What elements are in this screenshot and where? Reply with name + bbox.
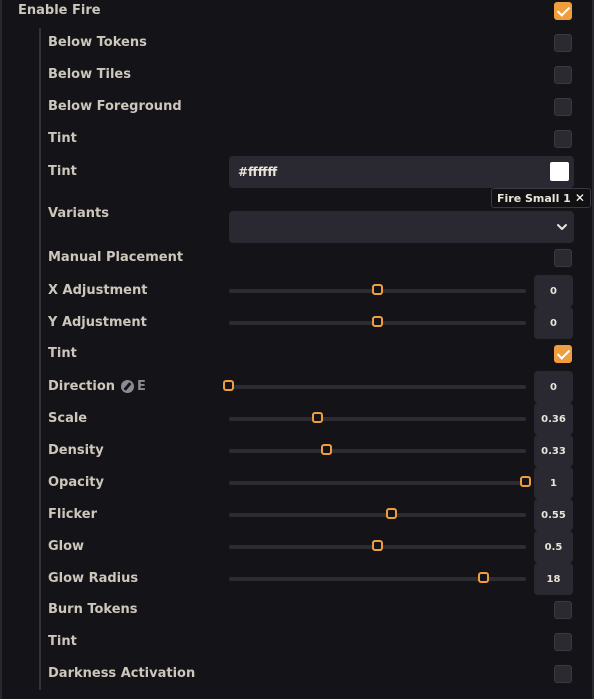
glow-slider-thumb[interactable]: [371, 540, 383, 551]
enable-fire-checkbox[interactable]: [554, 2, 572, 20]
glow-row: Glow 0.5: [0, 531, 594, 563]
flicker-row: Flicker 0.55: [0, 499, 594, 531]
density-slider[interactable]: [229, 444, 526, 455]
direction-letter: E: [137, 379, 146, 394]
glow-slider[interactable]: [229, 540, 526, 551]
direction-label-group: Direction E: [48, 379, 146, 394]
direction-row: Direction E 0: [0, 371, 594, 403]
tint-toggle-2-label: Tint: [48, 346, 77, 361]
x-adjustment-slider[interactable]: [229, 284, 526, 295]
below-tokens-row: Below Tokens: [0, 27, 594, 59]
below-tokens-label: Below Tokens: [48, 35, 147, 50]
below-foreground-label: Below Foreground: [48, 99, 182, 114]
tint-toggle-3-row: Tint: [0, 626, 594, 658]
direction-slider[interactable]: [223, 380, 526, 391]
flicker-value[interactable]: 0.55: [534, 499, 573, 531]
scale-value[interactable]: 0.36: [534, 403, 573, 435]
below-tokens-checkbox[interactable]: [554, 34, 572, 52]
opacity-slider-thumb[interactable]: [520, 476, 531, 487]
variants-label: Variants: [48, 206, 109, 221]
tint-toggle-label: Tint: [48, 131, 77, 146]
y-adjustment-label: Y Adjustment: [48, 315, 147, 330]
glow-radius-slider-thumb[interactable]: [478, 572, 490, 583]
chevron-down-icon: [557, 224, 567, 230]
scale-slider-thumb[interactable]: [312, 412, 324, 423]
variant-tag: Fire Small 1 ✕: [491, 188, 591, 208]
opacity-slider[interactable]: [229, 476, 531, 487]
opacity-row: Opacity 1: [0, 467, 594, 499]
below-tiles-label: Below Tiles: [48, 67, 131, 82]
x-adjustment-value[interactable]: 0: [534, 275, 573, 307]
flicker-slider-thumb[interactable]: [386, 508, 398, 519]
tint-color-row: Tint #ffffff: [0, 156, 594, 188]
y-adjustment-slider[interactable]: [229, 316, 526, 327]
darkness-activation-checkbox[interactable]: [554, 665, 572, 683]
below-tiles-checkbox[interactable]: [554, 66, 572, 84]
direction-slider-thumb[interactable]: [223, 380, 234, 391]
scale-label: Scale: [48, 411, 88, 426]
glow-radius-row: Glow Radius 18: [0, 563, 594, 595]
tint-color-swatch[interactable]: [550, 162, 569, 181]
tint-toggle-2-row: Tint: [0, 338, 594, 370]
close-icon[interactable]: ✕: [575, 192, 585, 204]
opacity-label: Opacity: [48, 475, 104, 490]
below-foreground-checkbox[interactable]: [554, 98, 572, 116]
flicker-label: Flicker: [48, 507, 98, 522]
compass-icon: [121, 380, 135, 393]
darkness-activation-label: Darkness Activation: [48, 666, 196, 681]
scale-row: Scale 0.36: [0, 403, 594, 435]
tint-toggle-row: Tint: [0, 123, 594, 155]
burn-tokens-label: Burn Tokens: [48, 602, 138, 617]
density-label: Density: [48, 443, 104, 458]
glow-value[interactable]: 0.5: [534, 531, 573, 563]
x-adjustment-slider-thumb[interactable]: [371, 284, 383, 295]
glow-radius-slider[interactable]: [229, 572, 526, 583]
tint-toggle-checkbox[interactable]: [554, 130, 572, 148]
enable-fire-row: Enable Fire: [0, 0, 594, 27]
below-tiles-row: Below Tiles: [0, 59, 594, 91]
burn-tokens-checkbox[interactable]: [554, 601, 572, 619]
tint-toggle-2-checkbox[interactable]: [554, 345, 572, 363]
density-row: Density 0.33: [0, 435, 594, 467]
tint-color-label: Tint: [48, 164, 77, 179]
opacity-value[interactable]: 1: [534, 467, 573, 499]
direction-label: Direction: [48, 379, 116, 394]
x-adjustment-row: X Adjustment 0: [0, 275, 594, 307]
tint-toggle-3-checkbox[interactable]: [554, 633, 572, 651]
y-adjustment-value[interactable]: 0: [534, 307, 573, 339]
darkness-activation-row: Darkness Activation: [0, 658, 594, 690]
variants-select[interactable]: [229, 211, 574, 243]
tint-color-value[interactable]: #ffffff: [238, 165, 277, 179]
x-adjustment-label: X Adjustment: [48, 283, 148, 298]
variants-row: Variants: [0, 206, 594, 243]
variant-tag-label: Fire Small 1: [497, 191, 571, 205]
manual-placement-row: Manual Placement: [0, 242, 594, 274]
glow-label: Glow: [48, 539, 85, 554]
density-value[interactable]: 0.33: [534, 435, 573, 467]
tint-color-field[interactable]: #ffffff: [229, 156, 574, 188]
direction-value[interactable]: 0: [534, 371, 573, 403]
glow-radius-label: Glow Radius: [48, 571, 139, 586]
scale-slider[interactable]: [229, 412, 526, 423]
glow-radius-value[interactable]: 18: [534, 563, 573, 595]
manual-placement-label: Manual Placement: [48, 250, 184, 265]
density-slider-thumb[interactable]: [321, 444, 332, 455]
y-adjustment-row: Y Adjustment 0: [0, 307, 594, 339]
burn-tokens-row: Burn Tokens: [0, 594, 594, 626]
tint-toggle-3-label: Tint: [48, 634, 77, 649]
manual-placement-checkbox[interactable]: [554, 249, 572, 267]
below-foreground-row: Below Foreground: [0, 91, 594, 123]
enable-fire-label: Enable Fire: [18, 3, 101, 18]
y-adjustment-slider-thumb[interactable]: [371, 316, 383, 327]
flicker-slider[interactable]: [229, 508, 526, 519]
